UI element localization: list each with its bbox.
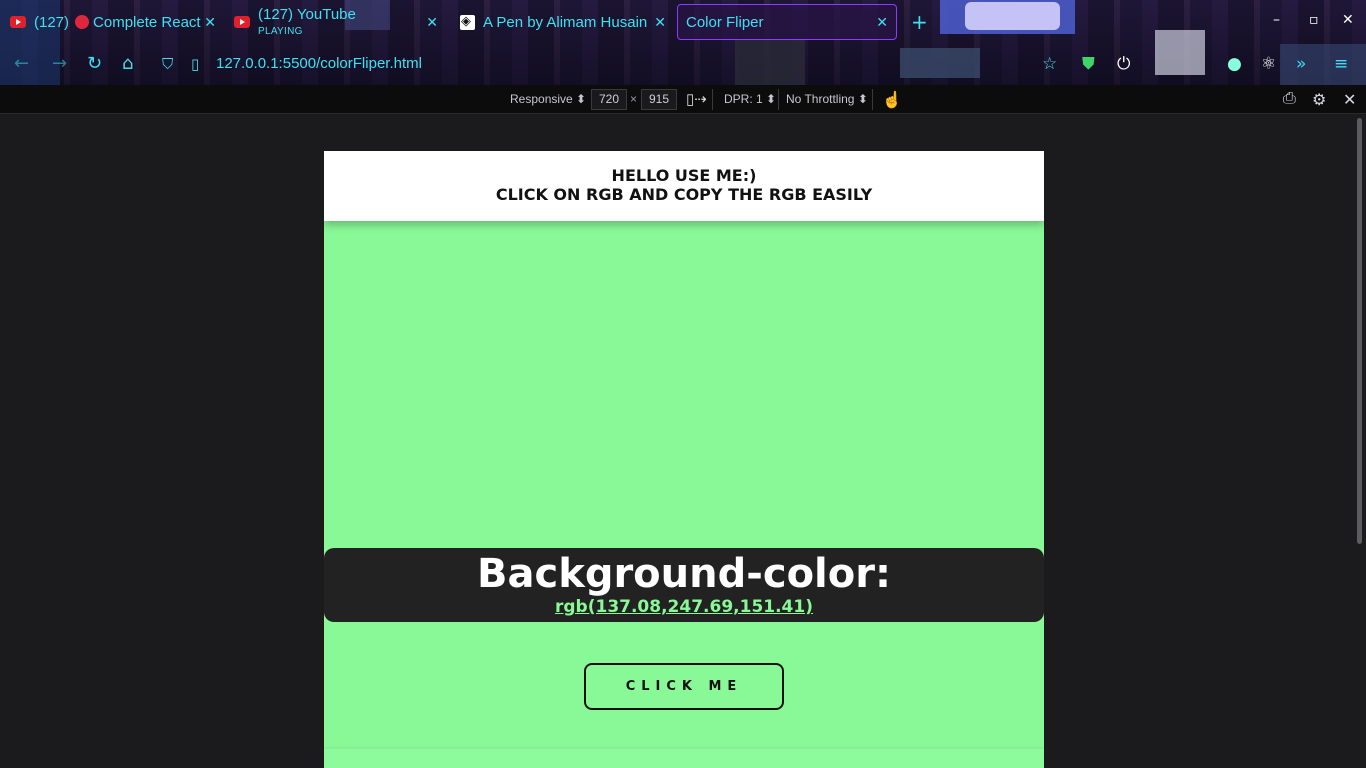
color-info-panel: Background-color: rgb(137.08,247.69,151.…: [324, 548, 1044, 622]
tab-youtube[interactable]: (127) YouTube PLAYING ✕: [234, 4, 438, 40]
dimension-separator: ×: [630, 92, 638, 106]
divider: [872, 89, 873, 110]
close-tab-icon[interactable]: ✕: [204, 14, 216, 31]
tab-color-fliper[interactable]: Color Fliper ✕: [677, 4, 897, 40]
responsive-design-toolbar: Responsive ⬍ 720 × 915 ▯⇢ DPR: 1 ⬍ No Th…: [0, 85, 1366, 114]
header-greeting: HELLO USE ME:): [611, 166, 757, 185]
click-me-button[interactable]: CLICK ME: [584, 663, 784, 710]
overflow-chevron-icon[interactable]: »: [1296, 54, 1306, 74]
home-icon[interactable]: ⌂: [122, 53, 133, 74]
shield-icon[interactable]: ⛉: [162, 55, 173, 73]
header-instruction: CLICK ON RGB AND COPY THE RGB EASILY: [495, 185, 873, 204]
tab-playing-indicator: PLAYING: [258, 26, 303, 37]
tab-title: Color Fliper: [686, 13, 764, 31]
new-tab-button[interactable]: +: [911, 10, 928, 34]
close-tab-icon[interactable]: ✕: [876, 14, 888, 31]
viewport-width-input[interactable]: 720: [591, 89, 627, 110]
close-rdm-icon[interactable]: ✕: [1343, 90, 1356, 110]
maximize-icon[interactable]: ▫: [1309, 12, 1319, 28]
ublock-shield-icon[interactable]: ⛊: [1082, 54, 1095, 74]
live-dot-icon: [75, 14, 90, 29]
bookmark-star-icon[interactable]: ☆: [1042, 54, 1057, 74]
rgb-value-link[interactable]: rgb(137.08,247.69,151.41): [324, 597, 1044, 617]
page-header: HELLO USE ME:) CLICK ON RGB AND COPY THE…: [324, 151, 1044, 221]
url-bar[interactable]: 127.0.0.1:5500/colorFliper.html: [216, 55, 422, 72]
tab-strip: (127) Complete React ✕ (127) YouTube PLAY…: [0, 0, 1366, 44]
reload-icon[interactable]: ↻: [87, 53, 102, 74]
close-window-icon[interactable]: ✕: [1342, 12, 1354, 28]
tab-title: A Pen by Alimam Husain: [483, 13, 648, 31]
codepen-icon: [460, 13, 475, 30]
scrollbar[interactable]: [1357, 118, 1362, 544]
forward-icon[interactable]: →: [52, 53, 67, 74]
throttling-selector[interactable]: No Throttling ⬍: [786, 92, 868, 106]
rotate-viewport-icon[interactable]: ▯⇢: [686, 90, 707, 108]
navigation-bar: ← → ↻ ⌂ ⛉ ▯ 127.0.0.1:5500/colorFliper.h…: [0, 44, 1366, 85]
page-info-icon[interactable]: ▯: [191, 55, 199, 73]
tab-complete-react[interactable]: (127) Complete React ✕: [10, 4, 216, 40]
dpr-selector[interactable]: DPR: 1 ⬍: [724, 92, 776, 106]
viewport-height-input[interactable]: 915: [641, 89, 677, 110]
youtube-icon: [234, 16, 250, 28]
divider: [778, 89, 779, 110]
page-footer: [324, 749, 1044, 768]
react-devtools-icon[interactable]: ⚛: [1261, 54, 1276, 74]
back-icon[interactable]: ←: [14, 53, 29, 74]
power-icon[interactable]: ⏻: [1117, 54, 1130, 74]
youtube-icon: [10, 16, 26, 28]
background-color-label: Background-color:: [477, 551, 891, 597]
screenshot-icon[interactable]: ⎙: [1283, 90, 1296, 108]
hamburger-menu-icon[interactable]: ≡: [1334, 54, 1348, 74]
touch-simulation-icon[interactable]: ☝: [882, 90, 902, 110]
tab-title: (127) Complete React: [34, 13, 201, 31]
extension-icon[interactable]: ●: [1227, 54, 1242, 74]
browser-chrome: (127) Complete React ✕ (127) YouTube PLAY…: [0, 0, 1366, 85]
close-tab-icon[interactable]: ✕: [426, 14, 438, 31]
tab-codepen[interactable]: A Pen by Alimam Husain ✕: [460, 4, 666, 40]
divider: [712, 89, 713, 110]
settings-gear-icon[interactable]: ⚙: [1312, 90, 1326, 110]
close-tab-icon[interactable]: ✕: [654, 14, 666, 31]
tab-title: (127) YouTube: [258, 5, 356, 23]
device-selector[interactable]: Responsive ⬍: [510, 92, 586, 106]
minimize-icon[interactable]: –: [1273, 12, 1280, 28]
color-fliper-page: HELLO USE ME:) CLICK ON RGB AND COPY THE…: [324, 151, 1044, 768]
